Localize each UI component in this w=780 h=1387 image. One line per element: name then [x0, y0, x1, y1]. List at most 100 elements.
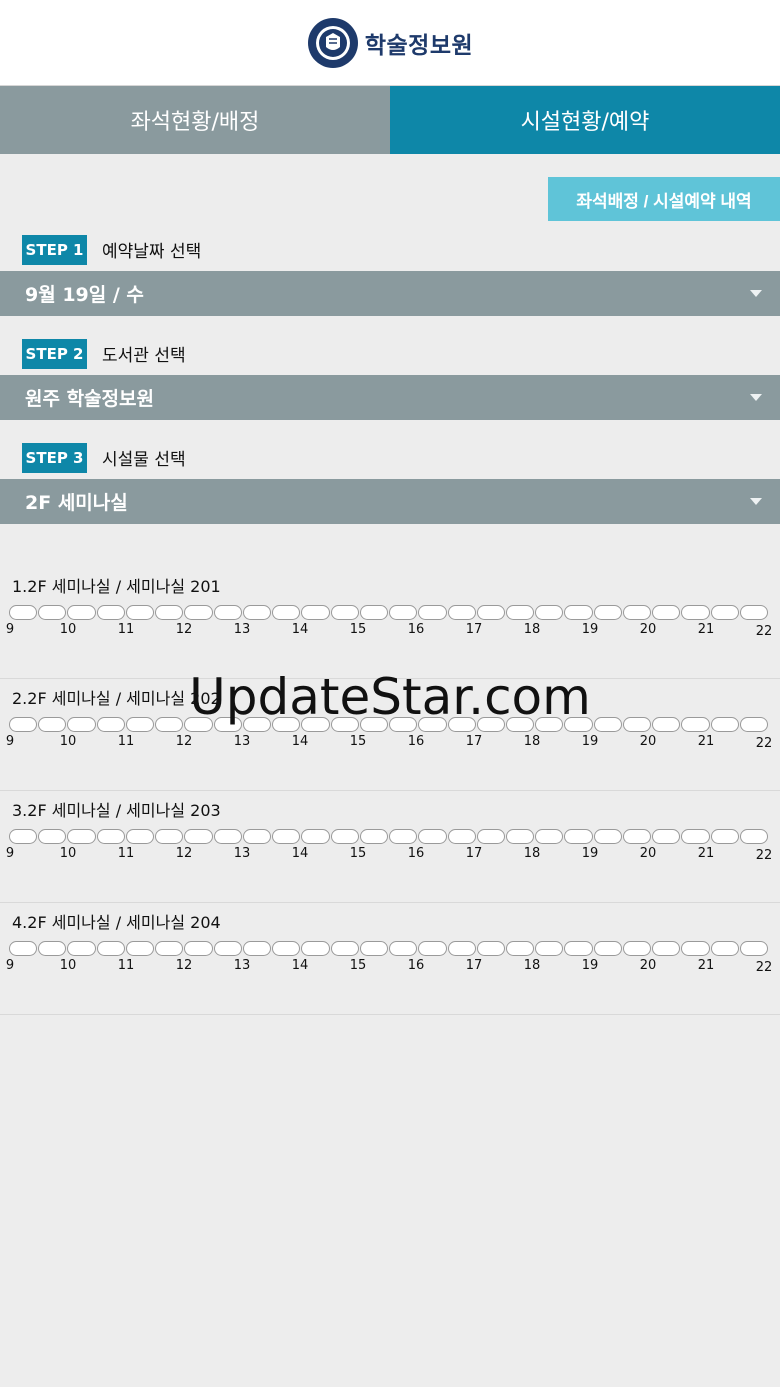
time-slot[interactable] [359, 605, 389, 620]
time-slot[interactable] [593, 605, 622, 620]
time-slot[interactable] [681, 941, 710, 956]
time-slot[interactable] [505, 605, 535, 620]
time-slot[interactable] [184, 717, 213, 732]
time-slot[interactable] [184, 829, 213, 844]
time-slot[interactable] [652, 941, 681, 956]
time-slot[interactable] [272, 605, 301, 620]
time-slot[interactable] [739, 829, 769, 844]
time-slot[interactable] [505, 941, 535, 956]
time-slot[interactable] [476, 829, 505, 844]
time-slot[interactable] [213, 941, 242, 956]
time-slot[interactable] [38, 605, 67, 620]
time-slot[interactable] [564, 717, 593, 732]
time-slot[interactable] [67, 605, 96, 620]
time-slot[interactable] [710, 829, 739, 844]
time-slot[interactable] [739, 605, 769, 620]
facility-select[interactable]: 2F 세미나실 [0, 479, 780, 524]
time-slot[interactable] [330, 717, 359, 732]
time-slot[interactable] [418, 605, 447, 620]
time-slot[interactable] [389, 829, 418, 844]
time-slot[interactable] [622, 829, 652, 844]
time-slot[interactable] [96, 829, 125, 844]
time-slot[interactable] [447, 941, 476, 956]
time-slot[interactable] [681, 829, 710, 844]
time-slot[interactable] [418, 941, 447, 956]
time-slot[interactable] [622, 605, 652, 620]
time-slot[interactable] [125, 717, 155, 732]
time-slot[interactable] [155, 605, 184, 620]
time-slot[interactable] [389, 717, 418, 732]
time-slot[interactable] [301, 717, 330, 732]
time-slot[interactable] [96, 941, 125, 956]
time-slot[interactable] [564, 605, 593, 620]
time-slot[interactable] [389, 941, 418, 956]
time-slot[interactable] [155, 829, 184, 844]
time-slot[interactable] [476, 605, 505, 620]
time-slot[interactable] [330, 941, 359, 956]
time-slot[interactable] [242, 829, 272, 844]
time-slot[interactable] [38, 717, 67, 732]
library-select[interactable]: 원주 학술정보원 [0, 375, 780, 420]
time-slot[interactable] [476, 941, 505, 956]
time-slot[interactable] [213, 717, 242, 732]
time-slot[interactable] [652, 717, 681, 732]
time-slot[interactable] [739, 941, 769, 956]
date-select[interactable]: 9월 19일 / 수 [0, 271, 780, 316]
time-slot[interactable] [330, 605, 359, 620]
time-slot[interactable] [622, 717, 652, 732]
time-slot[interactable] [681, 605, 710, 620]
time-slot[interactable] [389, 605, 418, 620]
time-slot[interactable] [476, 717, 505, 732]
time-slot[interactable] [67, 941, 96, 956]
time-slot[interactable] [330, 829, 359, 844]
tab-seat-status[interactable]: 좌석현황/배정 [0, 86, 390, 154]
time-slot[interactable] [213, 605, 242, 620]
time-slot[interactable] [301, 605, 330, 620]
time-slot[interactable] [242, 941, 272, 956]
time-slot[interactable] [535, 829, 564, 844]
time-slot[interactable] [535, 717, 564, 732]
time-slot[interactable] [67, 717, 96, 732]
tab-facility-reservation[interactable]: 시설현황/예약 [390, 86, 780, 154]
time-slot[interactable] [9, 941, 38, 956]
time-slot[interactable] [418, 717, 447, 732]
time-slot[interactable] [622, 941, 652, 956]
time-slot[interactable] [125, 941, 155, 956]
time-slot[interactable] [9, 829, 38, 844]
time-slot[interactable] [125, 605, 155, 620]
time-slot[interactable] [96, 605, 125, 620]
time-slot[interactable] [564, 829, 593, 844]
time-slot[interactable] [301, 829, 330, 844]
time-slot[interactable] [184, 941, 213, 956]
time-slot[interactable] [564, 941, 593, 956]
time-slot[interactable] [710, 717, 739, 732]
time-slot[interactable] [681, 717, 710, 732]
time-slot[interactable] [652, 605, 681, 620]
time-slot[interactable] [155, 717, 184, 732]
time-slot[interactable] [447, 717, 476, 732]
time-slot[interactable] [593, 941, 622, 956]
reservation-history-button[interactable]: 좌석배정 / 시설예약 내역 [548, 177, 780, 221]
time-slot[interactable] [184, 605, 213, 620]
time-slot[interactable] [155, 941, 184, 956]
time-slot[interactable] [739, 717, 769, 732]
time-slot[interactable] [38, 829, 67, 844]
time-slot[interactable] [272, 717, 301, 732]
time-slot[interactable] [505, 717, 535, 732]
time-slot[interactable] [359, 717, 389, 732]
time-slot[interactable] [38, 941, 67, 956]
time-slot[interactable] [272, 941, 301, 956]
time-slot[interactable] [652, 829, 681, 844]
time-slot[interactable] [9, 717, 38, 732]
time-slot[interactable] [418, 829, 447, 844]
time-slot[interactable] [359, 829, 389, 844]
time-slot[interactable] [272, 829, 301, 844]
time-slot[interactable] [535, 605, 564, 620]
time-slot[interactable] [213, 829, 242, 844]
time-slot[interactable] [96, 717, 125, 732]
logo[interactable]: 학술정보원 [307, 17, 473, 69]
time-slot[interactable] [593, 717, 622, 732]
time-slot[interactable] [593, 829, 622, 844]
time-slot[interactable] [447, 605, 476, 620]
time-slot[interactable] [301, 941, 330, 956]
